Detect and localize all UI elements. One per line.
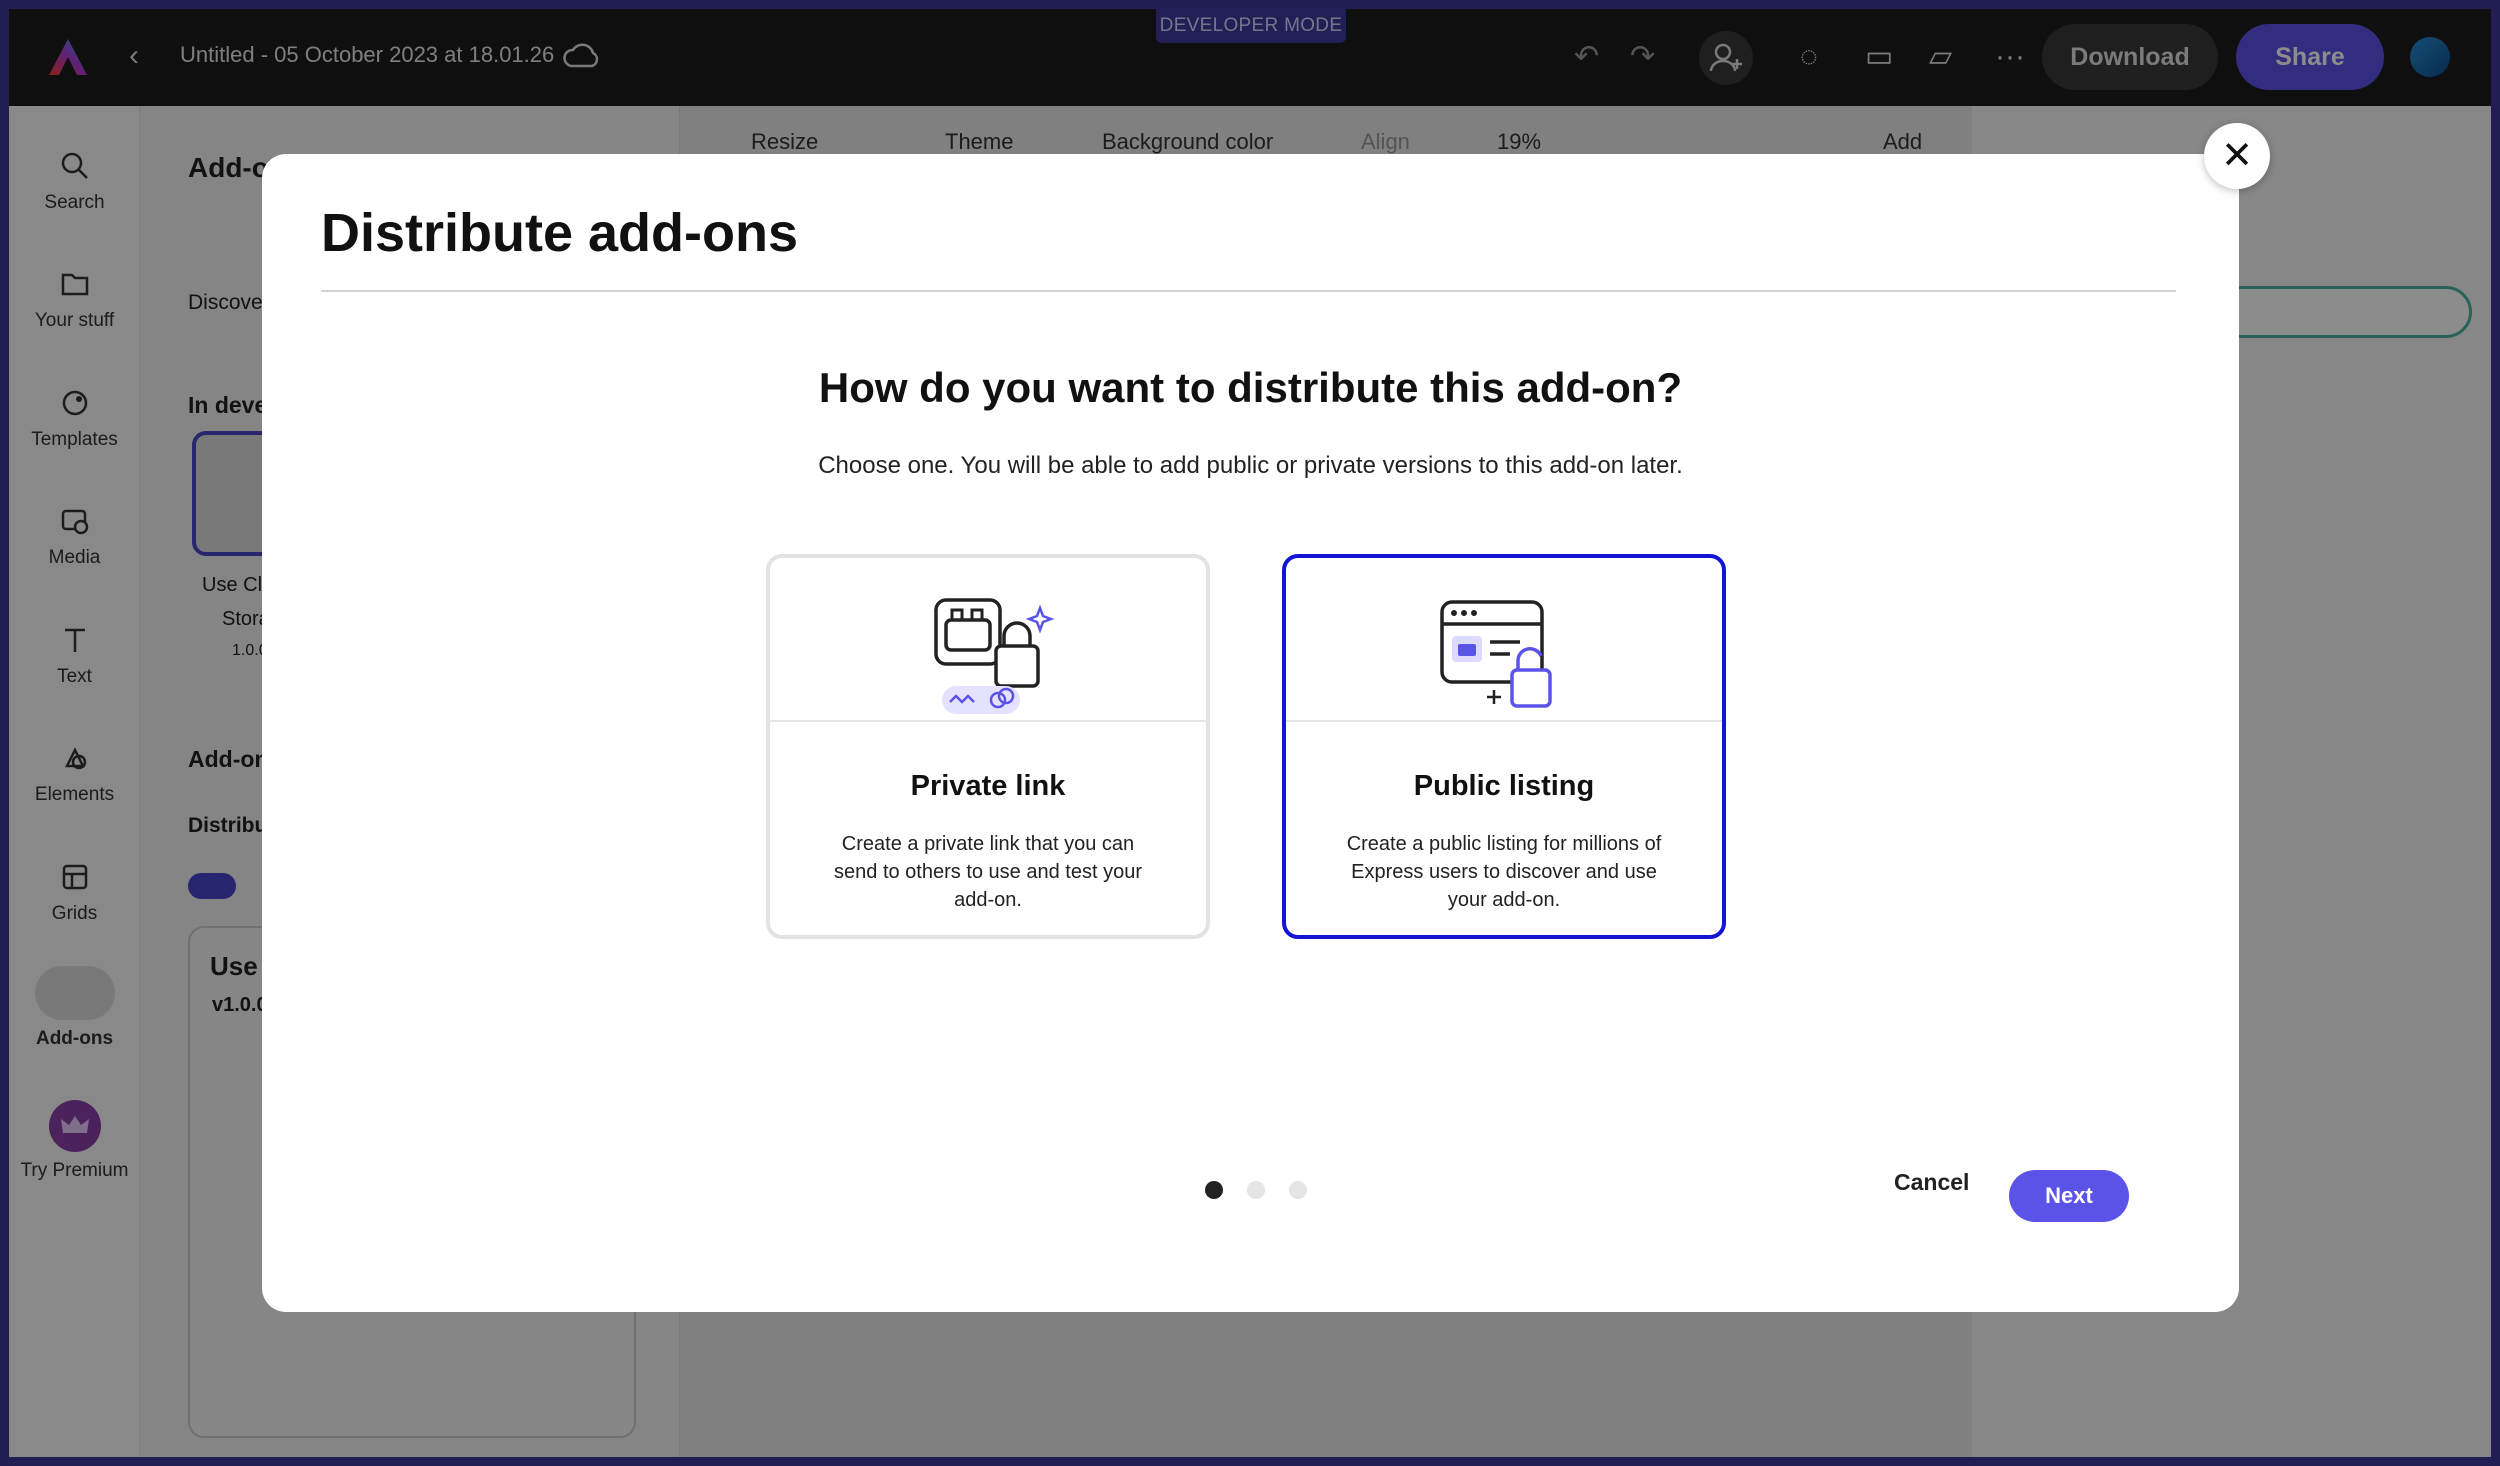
browser-unlock-icon	[1440, 600, 1552, 708]
step-dot-active	[1205, 1181, 1223, 1199]
step-indicator	[1205, 1181, 1331, 1204]
option-public-listing[interactable]: Public listing Create a public listing f…	[1282, 554, 1726, 939]
public-listing-illustration	[1286, 558, 1722, 722]
dialog-title: Distribute add-ons	[321, 203, 799, 263]
option-title: Private link	[910, 770, 1066, 802]
step-dot	[1247, 1181, 1265, 1199]
dialog-divider	[321, 290, 2176, 292]
option-title: Public listing	[1413, 770, 1595, 802]
dialog-subheading: Choose one. You will be able to add publ…	[818, 452, 1683, 479]
close-icon: ✕	[2221, 135, 2253, 177]
private-link-illustration	[770, 558, 1206, 722]
option-description: Create a public listing for millions of …	[1346, 833, 1662, 911]
close-dialog-button[interactable]: ✕	[2204, 123, 2270, 189]
cancel-button[interactable]: Cancel	[1894, 1169, 1969, 1196]
lock-link-icon	[934, 598, 1055, 714]
next-button[interactable]: Next	[2009, 1170, 2129, 1222]
option-description: Create a private link that you can send …	[834, 833, 1142, 911]
distribute-dialog: Distribute add-ons How do you want to di…	[262, 154, 2239, 1312]
option-private-link[interactable]: Private link Create a private link that …	[766, 554, 1210, 939]
dialog-heading: How do you want to distribute this add-o…	[818, 364, 1683, 411]
step-dot	[1289, 1181, 1307, 1199]
